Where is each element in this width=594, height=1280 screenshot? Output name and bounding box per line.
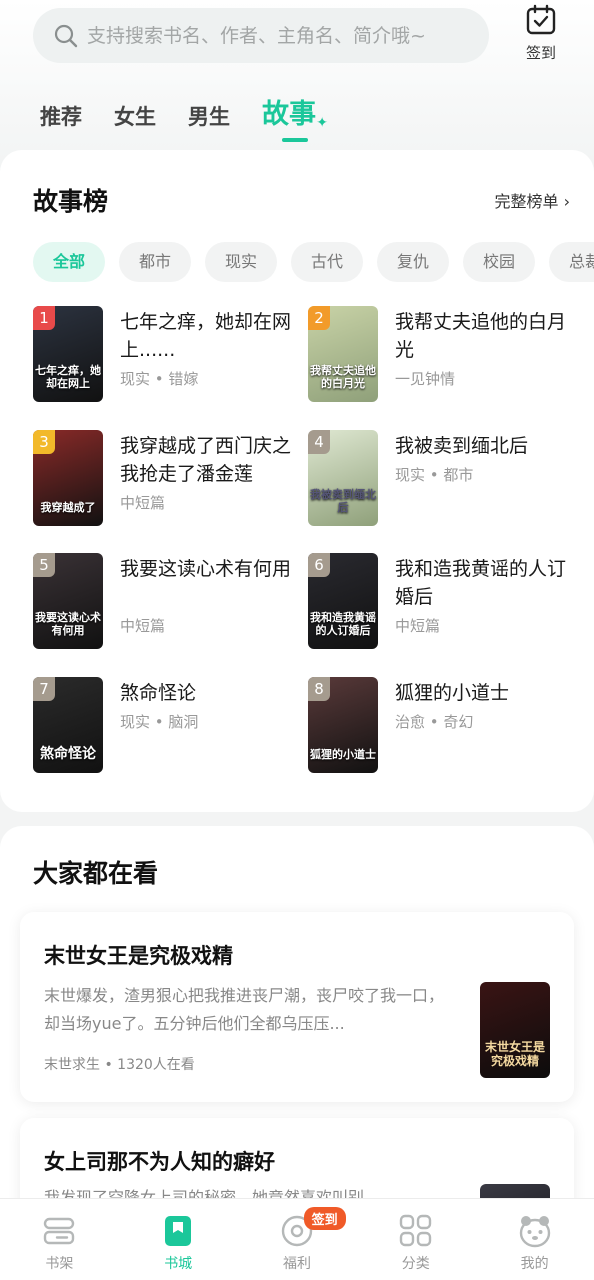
tab-recommend[interactable]: 推荐: [40, 102, 82, 132]
bookstore-icon: [165, 1216, 192, 1246]
book-title: 我被卖到缅北后: [395, 435, 529, 457]
cover-title: 我要这读心术有何用: [35, 611, 101, 637]
watching-item[interactable]: 末世女王是究极戏精 末世爆发，渣男狠心把我推进丧尸潮，丧尸咬了我一口，却当场yu…: [20, 912, 574, 1102]
book-meta: 一见钟情: [395, 370, 456, 388]
cover-title: 我和造我黄谣的人订婚后: [310, 611, 376, 637]
rank-badge: 4: [308, 430, 330, 454]
tab-story-label: 故事: [262, 99, 316, 130]
rank-item[interactable]: 3 我穿越成了 我穿越成了西门庆之我抢走了潘金莲 中短篇: [33, 430, 303, 526]
nav-bookstore[interactable]: 书城: [119, 1199, 238, 1280]
book-meta: 现实 • 都市: [395, 466, 474, 484]
tab-female[interactable]: 女生: [114, 102, 156, 132]
book-cover: 2 我帮丈夫追他的白月光: [308, 306, 378, 402]
tab-story[interactable]: 故事 ✦: [262, 98, 328, 142]
nav-profile[interactable]: 我的: [475, 1199, 594, 1280]
nav-label: 书架: [45, 1256, 74, 1272]
chip-ancient[interactable]: 古代: [291, 242, 363, 282]
rank-item[interactable]: 7 煞命怪论 煞命怪论 现实 • 脑洞: [33, 677, 303, 773]
everyone-watching-card: 大家都在看 末世女王是究极戏精 末世爆发，渣男狠心把我推进丧尸潮，丧尸咬了我一口…: [0, 826, 594, 1280]
sparkle-icon: ✦: [316, 115, 328, 131]
book-meta: 中短篇: [120, 617, 166, 635]
nav-category[interactable]: 分类: [356, 1199, 475, 1280]
chip-ceo[interactable]: 总裁: [549, 242, 594, 282]
rank-item[interactable]: 2 我帮丈夫追他的白月光 我帮丈夫追他的白月光 一见钟情: [308, 306, 578, 402]
search-icon: [54, 24, 78, 47]
story-cover: 末世女王是究极戏精: [480, 982, 550, 1078]
rank-item[interactable]: 4 我被卖到缅北后 我被卖到缅北后 现实 • 都市: [308, 430, 578, 526]
checkin-button[interactable]: 签到: [516, 4, 566, 64]
book-title: 狐狸的小道士: [395, 682, 510, 704]
cover-title: 我穿越成了: [40, 501, 96, 514]
rank-item[interactable]: 1 七年之痒，她却在网上 七年之痒，她却在网上...... 现实 • 错嫁: [33, 306, 303, 402]
book-title: 煞命怪论: [120, 682, 197, 704]
cover-title: 七年之痒，她却在网上: [35, 364, 101, 390]
ranking-title: 故事榜: [33, 187, 109, 216]
rank-badge: 2: [308, 306, 330, 330]
cover-title: 我被卖到缅北后: [310, 488, 376, 514]
book-title: 七年之痒，她却在网上......: [120, 311, 292, 361]
rank-item[interactable]: 6 我和造我黄谣的人订婚后 我和造我黄谣的人订婚后 中短篇: [308, 553, 578, 649]
watching-title: 大家都在看: [33, 859, 159, 888]
book-title: 我要这读心术有何用: [120, 558, 292, 580]
book-cover: 1 七年之痒，她却在网上: [33, 306, 103, 402]
bookshelf-icon: [44, 1217, 75, 1245]
chip-reality[interactable]: 现实: [205, 242, 277, 282]
rank-badge: 3: [33, 430, 55, 454]
full-ranking-link[interactable]: 完整榜单 ›: [495, 188, 571, 212]
tab-male[interactable]: 男生: [188, 102, 230, 132]
cover-title: 煞命怪论: [40, 746, 96, 762]
calendar-check-icon: [526, 4, 556, 35]
nav-welfare[interactable]: 福利 签到: [238, 1199, 357, 1280]
checkin-badge: 签到: [303, 1207, 346, 1230]
search-input[interactable]: [87, 24, 467, 47]
book-meta: 治愈 • 奇幻: [395, 713, 474, 731]
book-cover: 8 狐狸的小道士: [308, 677, 378, 773]
cover-title: 末世女王是究极戏精: [484, 1040, 545, 1068]
story-title: 末世女王是究极戏精: [44, 944, 233, 968]
story-title: 女上司那不为人知的癖好: [44, 1150, 275, 1174]
story-ranking-card: 故事榜 完整榜单 › 全部 都市 现实 古代 复仇 校园 总裁 1 七年之痒，她却在网上 七…: [0, 150, 594, 812]
chip-all[interactable]: 全部: [33, 242, 105, 282]
chip-revenge[interactable]: 复仇: [377, 242, 449, 282]
category-chips: 全部 都市 现实 古代 复仇 校园 总裁: [33, 242, 594, 284]
bottom-navigation: 书架 书城 福利 签到 分类 我的: [0, 1198, 594, 1280]
book-title: 我和造我黄谣的人订婚后: [395, 558, 567, 608]
book-meta: 现实 • 脑洞: [120, 713, 199, 731]
nav-label: 福利: [282, 1256, 311, 1272]
book-cover: 4 我被卖到缅北后: [308, 430, 378, 526]
book-meta: 现实 • 错嫁: [120, 370, 199, 388]
cover-title: 我帮丈夫追他的白月光: [310, 364, 376, 390]
rank-item[interactable]: 8 狐狸的小道士 狐狸的小道士 治愈 • 奇幻: [308, 677, 578, 773]
book-cover: 6 我和造我黄谣的人订婚后: [308, 553, 378, 649]
book-cover: 5 我要这读心术有何用: [33, 553, 103, 649]
rank-badge: 6: [308, 553, 330, 577]
nav-label: 书城: [164, 1256, 193, 1272]
book-title: 我帮丈夫追他的白月光: [395, 311, 567, 361]
channel-tabs: 推荐 女生 男生 故事 ✦: [40, 88, 348, 142]
active-tab-indicator: [282, 138, 308, 142]
checkin-label: 签到: [525, 44, 556, 62]
rank-badge: 7: [33, 677, 55, 701]
nav-label: 分类: [401, 1256, 430, 1272]
chip-urban[interactable]: 都市: [119, 242, 191, 282]
search-bar[interactable]: [33, 8, 489, 63]
book-cover: 7 煞命怪论: [33, 677, 103, 773]
rank-badge: 5: [33, 553, 55, 577]
rank-item[interactable]: 5 我要这读心术有何用 我要这读心术有何用 中短篇: [33, 553, 303, 649]
profile-icon: [519, 1216, 550, 1248]
rank-badge: 1: [33, 306, 55, 330]
book-meta: 中短篇: [120, 494, 166, 512]
story-meta: 末世求生 • 1320人在看: [44, 1057, 195, 1073]
cover-title: 狐狸的小道士: [310, 748, 376, 761]
category-icon: [399, 1214, 431, 1247]
book-title: 我穿越成了西门庆之我抢走了潘金莲: [120, 435, 292, 485]
nav-label: 我的: [520, 1256, 549, 1272]
story-summary: 末世爆发，渣男狠心把我推进丧尸潮，丧尸咬了我一口，却当场yue了。五分钟后他们全…: [44, 986, 445, 1033]
rank-badge: 8: [308, 677, 330, 701]
nav-bookshelf[interactable]: 书架: [0, 1199, 119, 1280]
book-meta: 中短篇: [395, 617, 441, 635]
chip-campus[interactable]: 校园: [463, 242, 535, 282]
book-cover: 3 我穿越成了: [33, 430, 103, 526]
